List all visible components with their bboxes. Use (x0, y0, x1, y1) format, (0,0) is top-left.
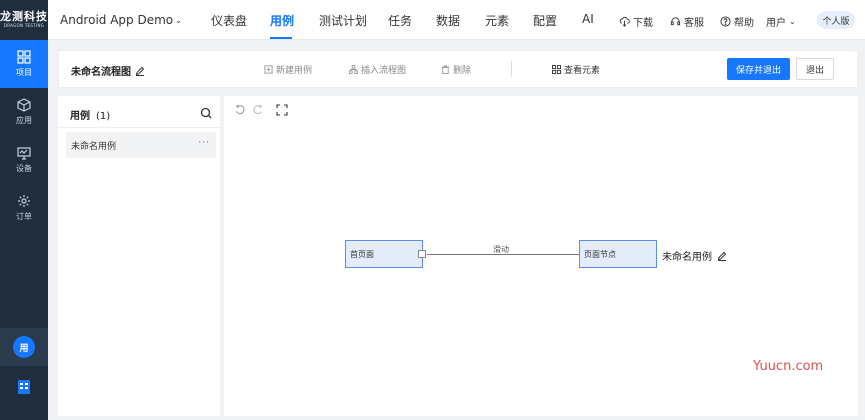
left-sidebar: 龙测科技 DRAGON TESTING 项目 应用 设备 订单 用 (0, 0, 48, 420)
sidebar-item-label: 应用 (16, 116, 32, 125)
user-menu[interactable]: 用户 ⌄ (766, 14, 796, 29)
chevron-down-icon: ⌄ (789, 17, 796, 26)
active-tab-indicator (270, 37, 292, 39)
case-item-label: 未命名用例 (71, 141, 117, 152)
download-label: 下载 (633, 18, 653, 29)
case-list-title-text: 用例 (70, 111, 90, 122)
tab-elements[interactable]: 元素 (485, 12, 509, 29)
watermark-text: Yuucn.com (753, 359, 824, 374)
service-label: 客服 (684, 18, 704, 29)
user-label: 用户 (766, 18, 786, 29)
flow-toolbar: 未命名流程图 新建用例 插入流程图 删除 查看元素 保存并退出 退出 (58, 50, 858, 88)
user-avatar-area[interactable]: 用 (0, 328, 48, 366)
sidebar-item-project[interactable]: 项目 (0, 40, 48, 88)
save-and-exit-button[interactable]: 保存并退出 (727, 58, 790, 80)
logo-sub-text: DRAGON TESTING (3, 23, 45, 28)
logo-main-text: 龙测科技 (0, 10, 48, 23)
new-case-button[interactable]: 新建用例 (264, 63, 312, 76)
tab-dashboard[interactable]: 仪表盘 (211, 12, 247, 29)
sidebar-item-device[interactable]: 设备 (0, 136, 48, 184)
tab-tasks[interactable]: 任务 (388, 12, 412, 29)
project-title: Android App Demo (60, 13, 174, 27)
sidebar-item-label: 项目 (16, 68, 32, 77)
search-icon[interactable] (200, 107, 212, 119)
chevron-down-icon: ⌄ (175, 15, 182, 25)
sidebar-item-label: 设备 (16, 164, 32, 173)
flow-node-home[interactable]: 首页面 (345, 240, 423, 268)
new-file-icon (264, 65, 273, 74)
case-label[interactable]: 未命名用例 (662, 248, 727, 263)
top-navbar: Android App Demo ⌄ 仪表盘 用例 测试计划 任务 数据 元素 … (48, 0, 865, 40)
headset-icon (670, 17, 681, 26)
brand-logo[interactable]: 龙测科技 DRAGON TESTING (0, 0, 48, 40)
view-elements-label: 查看元素 (564, 66, 601, 76)
cloud-download-icon (619, 16, 630, 27)
flowchart-icon (349, 65, 358, 74)
node-connector-port[interactable] (418, 250, 426, 258)
exit-button[interactable]: 退出 (796, 58, 834, 80)
redo-icon[interactable] (252, 104, 264, 116)
view-elements-button[interactable]: 查看元素 (552, 63, 600, 76)
node-label: 首页面 (350, 249, 374, 259)
document-icon (18, 380, 30, 394)
more-options-icon[interactable]: ··· (198, 138, 210, 148)
delete-button[interactable]: 删除 (441, 63, 471, 76)
grid-icon (552, 65, 561, 74)
node-label: 页面节点 (584, 249, 616, 259)
help-button[interactable]: 帮助 (720, 14, 754, 29)
grid-icon (17, 50, 31, 64)
edit-icon[interactable] (717, 251, 727, 261)
case-list-item[interactable]: 未命名用例 ··· (66, 132, 216, 158)
flow-name[interactable]: 未命名流程图 (71, 63, 145, 78)
tab-config[interactable]: 配置 (533, 12, 557, 29)
edge-label[interactable]: 滑动 (493, 244, 509, 255)
download-button[interactable]: 下载 (619, 14, 653, 29)
avatar[interactable]: 用 (13, 336, 35, 358)
new-case-label: 新建用例 (276, 66, 313, 76)
insert-flow-button[interactable]: 插入流程图 (349, 63, 406, 76)
edit-icon[interactable] (135, 66, 145, 76)
insert-flow-label: 插入流程图 (361, 66, 407, 76)
help-label: 帮助 (734, 18, 754, 29)
sidebar-item-label: 订单 (16, 212, 32, 221)
case-label-text: 未命名用例 (662, 252, 712, 263)
case-list-header: 用例 (1) (58, 96, 220, 128)
delete-label: 删除 (453, 66, 472, 76)
sidebar-item-app[interactable]: 应用 (0, 88, 48, 136)
toolbar-divider (511, 61, 512, 77)
project-selector[interactable]: Android App Demo ⌄ (60, 13, 182, 27)
tab-data[interactable]: 数据 (436, 12, 460, 29)
gear-icon (18, 195, 30, 207)
flow-name-text: 未命名流程图 (71, 67, 131, 78)
tab-cases[interactable]: 用例 (270, 12, 294, 29)
trash-icon (441, 65, 450, 74)
tab-test-plan[interactable]: 测试计划 (319, 12, 367, 29)
cube-icon (17, 98, 31, 112)
edition-badge[interactable]: 个人版 (817, 11, 855, 29)
undo-icon[interactable] (234, 104, 246, 116)
fullscreen-icon[interactable] (276, 104, 288, 116)
customer-service-button[interactable]: 客服 (670, 14, 704, 29)
case-count: (1) (96, 111, 111, 122)
document-button[interactable] (0, 370, 48, 404)
monitor-icon (17, 147, 31, 160)
tab-ai[interactable]: AI (582, 12, 594, 26)
sidebar-item-order[interactable]: 订单 (0, 184, 48, 232)
help-icon (720, 16, 731, 27)
case-list-title: 用例 (1) (70, 107, 110, 122)
flow-node-page[interactable]: 页面节点 (579, 240, 657, 268)
case-list-panel: 用例 (1) 未命名用例 ··· (58, 96, 220, 416)
